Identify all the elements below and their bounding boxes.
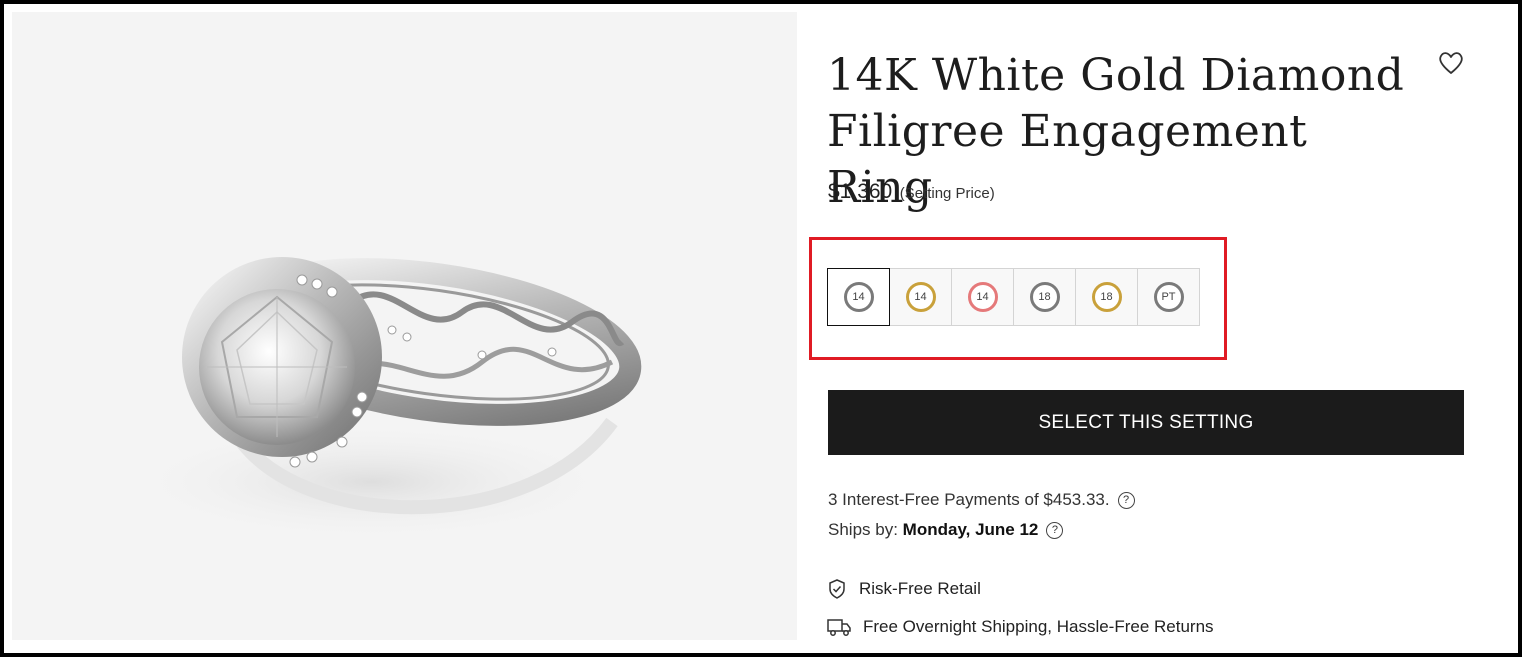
metal-option-14k-white-gold[interactable]: 14 bbox=[827, 268, 890, 326]
ships-by-label: Ships by: bbox=[828, 520, 898, 539]
feature-text: Free Overnight Shipping, Hassle-Free Ret… bbox=[863, 617, 1214, 636]
metal-option-18k-white-gold[interactable]: 18 bbox=[1013, 268, 1076, 326]
price-note: (Setting Price) bbox=[899, 185, 995, 202]
wishlist-heart-icon[interactable] bbox=[1436, 48, 1466, 78]
metal-options: 14 14 14 18 18 PT bbox=[827, 268, 1200, 326]
metal-option-14k-rose-gold[interactable]: 14 bbox=[951, 268, 1014, 326]
product-title-line-1: 14K White Gold Diamond bbox=[827, 50, 1405, 101]
truck-icon bbox=[827, 619, 851, 636]
metal-option-14k-yellow-gold[interactable]: 14 bbox=[889, 268, 952, 326]
ring-illustration bbox=[122, 257, 642, 542]
feature-text: Risk-Free Retail bbox=[859, 579, 981, 598]
shipping-line: Ships by: Monday, June 12 ? bbox=[828, 520, 1064, 540]
metal-ring-icon: 18 bbox=[1091, 282, 1122, 312]
price-row: $1,360 (Setting Price) bbox=[828, 180, 995, 204]
payments-line: 3 Interest-Free Payments of $453.33. ? bbox=[828, 490, 1135, 510]
ships-by-date: Monday, June 12 bbox=[902, 520, 1039, 539]
product-price: $1,360 bbox=[828, 180, 893, 203]
question-icon[interactable]: ? bbox=[1117, 491, 1135, 509]
metal-option-18k-yellow-gold[interactable]: 18 bbox=[1075, 268, 1138, 326]
metal-ring-icon: 14 bbox=[967, 282, 998, 312]
feature-risk-free: Risk-Free Retail bbox=[827, 578, 981, 600]
metal-ring-icon: 14 bbox=[905, 282, 936, 312]
page-frame: 14K White Gold Diamond Filigree Engageme… bbox=[0, 0, 1522, 657]
shield-check-icon bbox=[829, 579, 845, 599]
select-setting-button[interactable]: SELECT THIS SETTING bbox=[828, 390, 1464, 455]
metal-option-platinum[interactable]: PT bbox=[1137, 268, 1200, 326]
product-image[interactable] bbox=[12, 12, 797, 640]
metal-ring-icon: 14 bbox=[843, 282, 874, 312]
metal-ring-icon: 18 bbox=[1029, 282, 1060, 312]
metal-ring-icon: PT bbox=[1153, 282, 1184, 312]
feature-shipping: Free Overnight Shipping, Hassle-Free Ret… bbox=[827, 617, 1214, 637]
payments-text: 3 Interest-Free Payments of $453.33. bbox=[828, 490, 1110, 509]
question-icon[interactable]: ? bbox=[1046, 521, 1064, 539]
